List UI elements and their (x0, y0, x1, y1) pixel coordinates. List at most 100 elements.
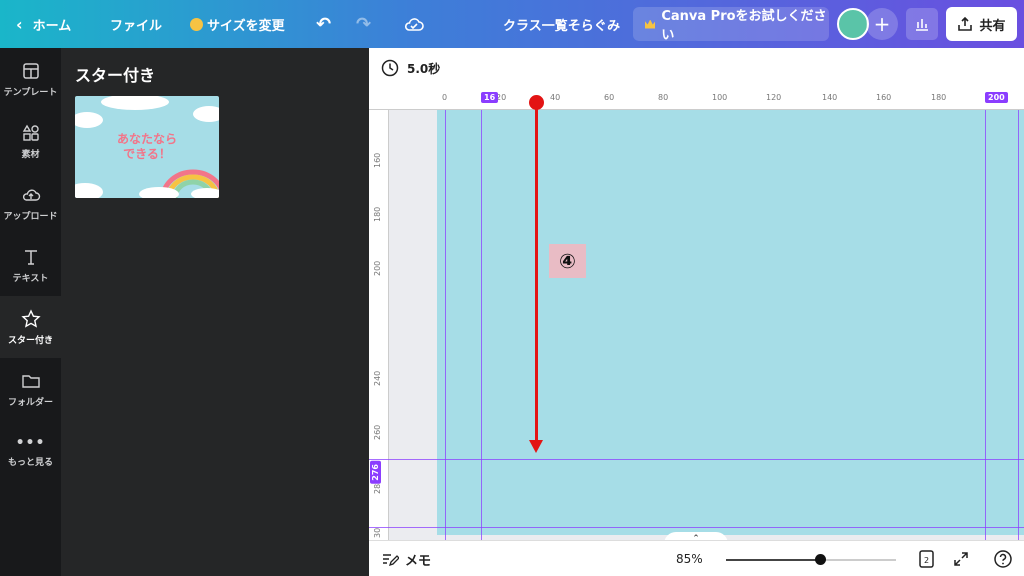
undo-icon[interactable]: ↶ (316, 0, 331, 48)
plus-icon: + (873, 12, 891, 36)
home-label: ホーム (32, 18, 72, 34)
guide-vertical[interactable] (481, 110, 482, 540)
star-icon (20, 308, 41, 328)
zoom-slider[interactable] (726, 554, 896, 565)
fullscreen-icon[interactable] (951, 549, 971, 569)
design-title[interactable]: クラス一覧そらぐみ (503, 0, 620, 48)
ruler-tick: 100 (712, 93, 728, 102)
ruler-tick: 180 (373, 206, 382, 222)
guide-vertical[interactable] (1018, 110, 1019, 540)
crown-icon (645, 19, 656, 29)
home-button[interactable]: ‹ ホーム (16, 0, 71, 48)
rail-item-text[interactable]: テキスト (0, 234, 61, 296)
guide-position-badge: 276 (370, 461, 381, 484)
crown-icon (190, 17, 203, 31)
ruler-corner (369, 90, 437, 110)
share-icon (958, 16, 973, 31)
ruler-tick: 200 (373, 260, 382, 276)
page-count-button[interactable]: 2 (917, 549, 937, 569)
rail-label: スター付き (7, 335, 53, 346)
ruler-tick: 260 (373, 424, 382, 440)
annotation-arrow-start (529, 95, 544, 110)
template-icon (22, 62, 39, 79)
thumbnail-headline: あなたなら できる！ (75, 132, 219, 162)
ruler-tick: 60 (604, 93, 615, 102)
text-icon (24, 249, 37, 265)
canvas-header: 5.0秒 (369, 48, 1024, 90)
zoom-slider-handle[interactable] (815, 554, 826, 565)
thumbnail-line-1: あなたなら (116, 132, 177, 146)
ruler-tick: 30 (373, 527, 382, 538)
annotation-arrow-line (535, 102, 538, 442)
ruler-tick: 40 (550, 93, 561, 102)
rail-label: アップロード (3, 211, 58, 222)
avatar[interactable] (837, 8, 869, 40)
redo-icon[interactable]: ↷ (356, 0, 371, 48)
ruler-tick: 120 (766, 93, 782, 102)
duration-label: 5.0秒 (407, 61, 441, 76)
file-menu-button[interactable]: ファイル (110, 0, 162, 48)
guide-horizontal[interactable] (369, 459, 1024, 460)
ruler-tick: 0 (442, 93, 448, 102)
share-button[interactable]: 共有 (946, 7, 1017, 41)
ruler-top[interactable]: 0 20 40 60 80 100 120 140 160 180 (437, 90, 1024, 110)
panel-title: スター付き (75, 66, 156, 85)
rail-item-more[interactable]: ••• もっと見る (0, 420, 61, 482)
try-pro-label: Canva Proをお試しください (661, 9, 827, 43)
help-icon[interactable] (993, 549, 1013, 569)
starred-design-thumbnail[interactable]: あなたなら できる！ (75, 96, 219, 198)
notes-button[interactable]: メモ (381, 550, 431, 569)
chevron-left-icon: ‹ (16, 14, 23, 34)
bar-chart-icon (916, 19, 928, 31)
ruler-tick: 240 (373, 370, 382, 386)
top-bar: ‹ ホーム ファイル サイズを変更 ↶ ↷ クラス一覧そらぐみ Canva Pr… (0, 0, 1024, 48)
notes-icon (383, 553, 399, 566)
rail-label: テンプレート (3, 87, 58, 98)
guide-position-badge: 200 (985, 92, 1008, 103)
resize-button[interactable]: サイズを変更 (190, 0, 285, 48)
notes-label: メモ (405, 554, 432, 569)
guide-horizontal[interactable] (369, 527, 1024, 528)
rail-item-folders[interactable]: フォルダー (0, 358, 61, 420)
page-duration[interactable]: 5.0秒 (381, 59, 440, 77)
insights-button[interactable] (906, 8, 938, 40)
design-page[interactable] (437, 110, 1024, 535)
add-people-button[interactable]: + (866, 8, 898, 40)
upload-icon (22, 189, 40, 201)
rail-item-uploads[interactable]: アップロード (0, 172, 61, 234)
side-rail: テンプレート 素材 アップロード テキスト スター付き フォルダー ••• もっ… (0, 48, 61, 576)
zoom-percentage[interactable]: 85% (676, 552, 703, 566)
ruler-tick: 160 (373, 152, 382, 168)
rail-label: もっと見る (7, 457, 53, 468)
starred-panel: スター付き あなたなら できる！ (61, 48, 369, 576)
guide-vertical[interactable] (985, 110, 986, 540)
ruler-tick: 160 (876, 93, 892, 102)
ruler-tick: 140 (822, 93, 838, 102)
annotation-arrow-head (529, 440, 543, 453)
guide-position-badge: 16 (481, 92, 499, 103)
thumbnail-line-2: できる！ (123, 147, 171, 161)
page-count: 2 (924, 556, 929, 565)
share-label: 共有 (979, 18, 1006, 34)
annotation-step-label: ④ (549, 244, 586, 278)
rail-item-starred[interactable]: スター付き (0, 296, 61, 358)
more-icon: ••• (15, 434, 46, 451)
bottom-bar: メモ 85% 2 (369, 540, 1024, 576)
ruler-tick: 180 (931, 93, 947, 102)
ruler-tick: 28 (373, 483, 382, 494)
resize-label: サイズを変更 (207, 18, 285, 34)
rail-label: 素材 (21, 149, 40, 160)
guide-vertical[interactable] (445, 110, 446, 540)
ruler-tick: 80 (658, 93, 669, 102)
clock-icon (381, 59, 399, 77)
pages-icon: 2 (919, 550, 934, 568)
zoom-slider-fill (726, 559, 820, 561)
rail-item-elements[interactable]: 素材 (0, 110, 61, 172)
rail-label: テキスト (12, 273, 49, 284)
cloud-saved-icon[interactable] (404, 0, 424, 48)
folder-icon (21, 374, 40, 388)
try-pro-button[interactable]: Canva Proをお試しください (633, 7, 829, 43)
rail-item-templates[interactable]: テンプレート (0, 48, 61, 110)
rail-label: フォルダー (7, 397, 53, 408)
elements-icon (22, 124, 39, 141)
